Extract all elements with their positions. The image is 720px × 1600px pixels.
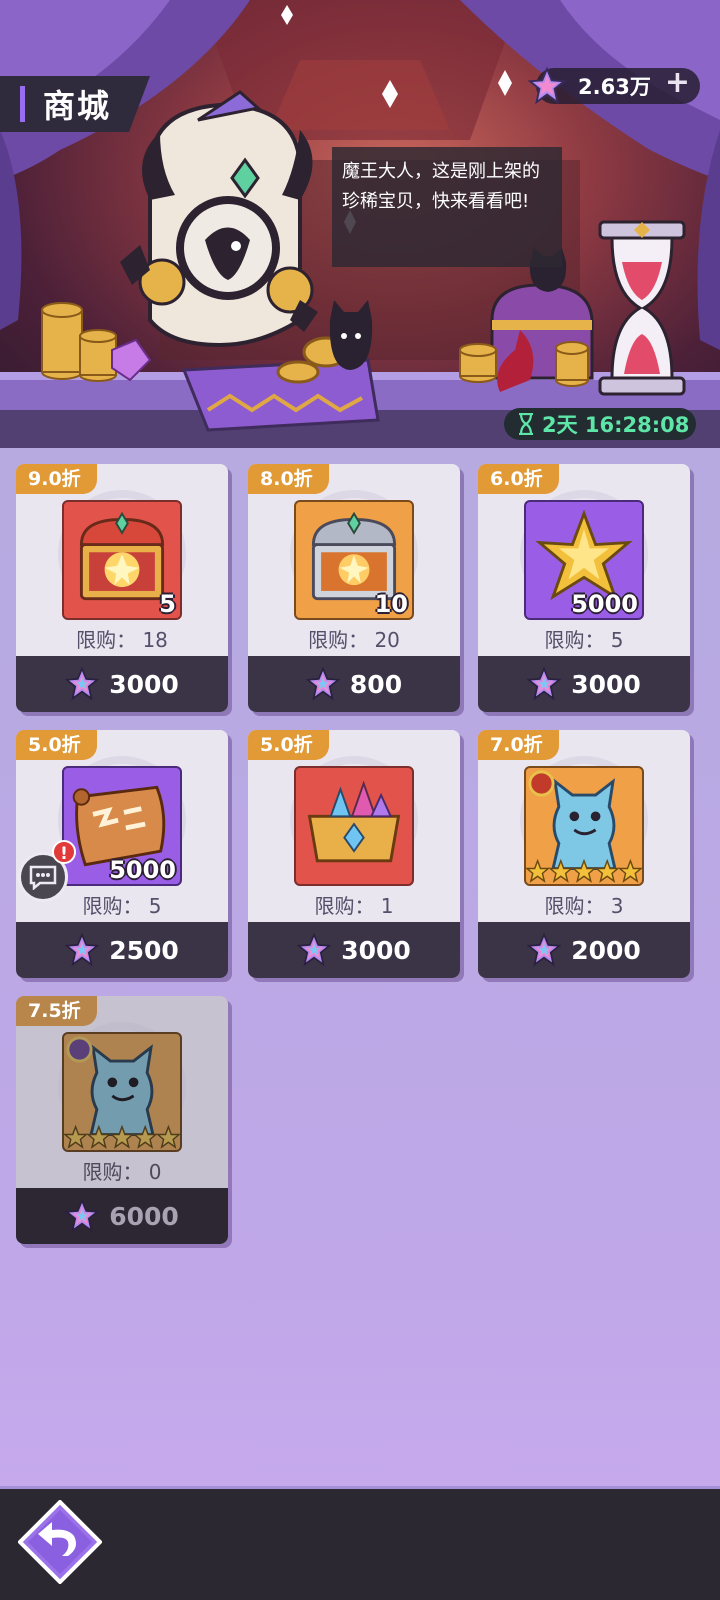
price-value: 800 xyxy=(349,669,403,699)
currency-display: 2.63万 + xyxy=(528,65,700,105)
page-title: 商城 xyxy=(43,87,112,125)
price-value: 3000 xyxy=(109,669,179,699)
item-count: 5 xyxy=(159,590,176,618)
back-button[interactable] xyxy=(18,1500,102,1584)
buy-button[interactable]: 3000 xyxy=(248,922,460,978)
chat-notification-badge: ! xyxy=(52,840,76,864)
chat-bubble-icon xyxy=(29,865,57,890)
hourglass-icon xyxy=(519,413,533,435)
star-gem-icon xyxy=(66,1199,99,1232)
buy-button[interactable]: 3000 xyxy=(478,656,690,712)
star-gem-icon xyxy=(528,933,561,966)
buy-button[interactable]: 800 xyxy=(248,656,460,712)
buy-button[interactable]: 2500 xyxy=(16,922,228,978)
red-treasure-chest-icon: 5 xyxy=(62,500,182,620)
shop-item-card[interactable]: 8.0折 10 限购： 20 800 xyxy=(248,464,460,712)
discount-tag: 7.0折 xyxy=(478,730,559,760)
price-value: 3000 xyxy=(571,669,641,699)
title-accent-bar xyxy=(20,86,25,122)
shop-item-card[interactable]: 9.0折 5 限购： 18 3000 xyxy=(16,464,228,712)
discount-tag: 7.5折 xyxy=(16,996,97,1026)
item-count: 5000 xyxy=(571,590,638,618)
purchase-limit: 限购： 18 xyxy=(76,628,168,652)
silver-treasure-chest-icon: 10 xyxy=(294,500,414,620)
buy-button[interactable]: 2000 xyxy=(478,922,690,978)
shop-item-card[interactable]: 6.0折 5000 限购： 5 3000 xyxy=(478,464,690,712)
purchase-limit: 限购： 0 xyxy=(82,1160,162,1184)
shop-banner: 商城 2.63万 + 魔王大人，这是刚上架的珍稀宝贝，快来看看吧! 2天 16:… xyxy=(0,0,720,448)
blue-cat-monster-icon xyxy=(62,1032,182,1152)
currency-amount: 2.63万 xyxy=(578,75,651,99)
discount-tag: 5.0折 xyxy=(16,730,97,760)
add-currency-button[interactable]: + xyxy=(665,65,690,100)
price-value: 3000 xyxy=(341,935,411,965)
shop-title-plate: 商城 xyxy=(0,76,150,132)
purchase-limit: 限购： 20 xyxy=(308,628,400,652)
gem-crown-chest-icon xyxy=(294,766,414,886)
star-gem-icon xyxy=(66,667,99,700)
gold-star-crystal-icon: 5000 xyxy=(524,500,644,620)
price-value: 2500 xyxy=(109,935,179,965)
star-gem-icon xyxy=(528,67,566,105)
purchase-limit: 限购： 5 xyxy=(544,628,624,652)
bottom-bar xyxy=(0,1486,720,1600)
star-gem-icon xyxy=(66,933,99,966)
shopkeeper-speech-bubble: 魔王大人，这是刚上架的珍稀宝贝，快来看看吧! xyxy=(332,147,562,267)
star-gem-icon xyxy=(528,667,561,700)
star-gem-icon xyxy=(306,667,340,700)
blue-cat-monster-icon xyxy=(524,766,644,886)
purchase-limit: 限购： 3 xyxy=(544,894,624,918)
shop-item-card[interactable]: 7.0折 限购： 3 2000 xyxy=(478,730,690,978)
buy-button[interactable]: 3000 xyxy=(16,656,228,712)
discount-tag: 5.0折 xyxy=(248,730,329,760)
item-count: 10 xyxy=(374,590,408,618)
shop-item-card-sold-out[interactable]: 7.5折 限购： 0 6000 xyxy=(16,996,228,1244)
discount-tag: 8.0折 xyxy=(248,464,329,494)
purchase-limit: 限购： 1 xyxy=(314,894,394,918)
discount-tag: 9.0折 xyxy=(16,464,97,494)
buy-button[interactable]: 6000 xyxy=(16,1188,228,1244)
discount-tag: 6.0折 xyxy=(478,464,559,494)
shop-item-card[interactable]: 5.0折 限购： 1 3000 xyxy=(248,730,460,978)
star-gem-icon xyxy=(298,933,331,966)
price-value: 2000 xyxy=(571,935,641,965)
price-value: 6000 xyxy=(109,1201,179,1231)
refresh-timer: 2天 16:28:08 xyxy=(504,408,696,440)
item-count: 5000 xyxy=(109,856,176,884)
scroll-map-icon: 5000 xyxy=(62,766,182,886)
timer-text: 2天 16:28:08 xyxy=(542,413,690,437)
